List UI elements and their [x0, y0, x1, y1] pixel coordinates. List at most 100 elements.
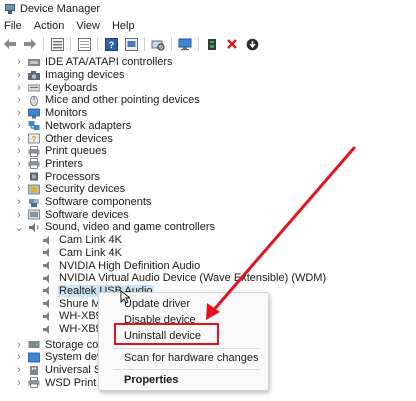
- speaker-icon: [28, 222, 40, 233]
- list-icon[interactable]: [77, 37, 91, 51]
- tree-item-label: Software components: [45, 196, 152, 209]
- speaker-icon: [42, 247, 54, 258]
- chip-icon: [28, 171, 40, 182]
- chevron-right-icon[interactable]: ›: [14, 56, 24, 68]
- tree-item-label: Imaging devices: [45, 69, 125, 82]
- chevron-right-icon[interactable]: ›: [14, 107, 24, 119]
- printer-icon: [28, 145, 40, 157]
- chevron-right-icon[interactable]: ›: [14, 145, 24, 157]
- title-bar: Device Manager: [0, 0, 416, 18]
- toolbar-separator: [198, 37, 199, 51]
- monitor-icon: [28, 108, 40, 119]
- mouse-pointer-icon: [120, 290, 130, 304]
- chevron-right-icon[interactable]: ›: [14, 158, 24, 170]
- printer-icon: [28, 158, 40, 170]
- download-arrow-icon[interactable]: [245, 37, 259, 51]
- tree-item-other-devices[interactable]: › ? Other devices: [14, 132, 114, 145]
- network-icon: [28, 120, 40, 131]
- tree-item-imaging-devices[interactable]: › Imaging devices: [14, 69, 126, 82]
- menu-view[interactable]: View: [70, 20, 106, 32]
- tree-item-label: NVIDIA Virtual Audio Device (Wave Extens…: [59, 272, 327, 285]
- tree-item-printers[interactable]: › Printers: [14, 158, 84, 171]
- chevron-right-icon[interactable]: ›: [14, 133, 24, 145]
- chevron-right-icon[interactable]: ›: [14, 209, 24, 221]
- keyboard-icon: [27, 82, 41, 93]
- menu-bar: File Action View Help: [0, 18, 416, 34]
- tree-item-label: IDE ATA/ATAPI controllers: [45, 56, 173, 69]
- svg-text:?: ?: [32, 135, 37, 144]
- chevron-right-icon[interactable]: ›: [14, 94, 24, 106]
- security-icon: [28, 184, 40, 195]
- speaker-icon: [42, 273, 54, 284]
- chevron-right-icon[interactable]: ›: [14, 120, 24, 132]
- tree-item-label: Mice and other pointing devices: [45, 94, 200, 107]
- tree-item-label: Processors: [45, 170, 101, 183]
- printer-icon: [28, 377, 40, 389]
- properties-grid-icon[interactable]: [50, 37, 64, 51]
- chevron-right-icon[interactable]: ›: [14, 196, 24, 208]
- help-icon[interactable]: ?: [104, 37, 118, 51]
- tree-child-nvidia-hd-audio[interactable]: NVIDIA High Definition Audio: [38, 259, 201, 272]
- add-driver-icon[interactable]: [205, 37, 219, 51]
- scan-hardware-menu-item[interactable]: Scan for hardware changes: [124, 351, 259, 365]
- software-device-icon: [28, 209, 40, 220]
- tree-child-cam-link-2[interactable]: Cam Link 4K: [38, 247, 123, 260]
- tree-item-ide-controllers[interactable]: › IDE ATA/ATAPI controllers: [14, 56, 174, 69]
- scan-icon[interactable]: [151, 37, 165, 51]
- tree-item-label: Cam Link 4K: [59, 234, 122, 247]
- update-driver-icon[interactable]: [124, 37, 138, 51]
- tree-item-label: NVIDIA High Definition Audio: [59, 259, 201, 272]
- speaker-icon: [42, 298, 54, 309]
- storage-icon: [28, 339, 40, 350]
- chevron-right-icon[interactable]: ›: [14, 377, 24, 389]
- tree-item-label: Cam Link 4K: [59, 246, 122, 259]
- tree-item-processors[interactable]: › Processors: [14, 170, 101, 183]
- tree-item-print-queues[interactable]: › Print queues: [14, 145, 108, 158]
- tree-item-monitors[interactable]: › Monitors: [14, 107, 88, 120]
- chevron-right-icon[interactable]: ›: [14, 69, 24, 81]
- tree-item-software-devices[interactable]: › Software devices: [14, 208, 130, 221]
- tree-item-keyboards[interactable]: › Keyboards: [14, 81, 99, 94]
- tree-item-label: Sound, video and game controllers: [45, 221, 215, 234]
- menu-file[interactable]: File: [0, 20, 28, 32]
- toolbar-separator: [97, 37, 98, 51]
- ide-controller-icon: [28, 57, 40, 68]
- menu-separator: [113, 369, 260, 370]
- speaker-icon: [42, 324, 54, 335]
- chevron-right-icon[interactable]: ›: [14, 183, 24, 195]
- toolbar-separator: [144, 37, 145, 51]
- toolbar-separator: [70, 37, 71, 51]
- chevron-right-icon[interactable]: ›: [14, 171, 24, 183]
- chevron-right-icon[interactable]: ›: [14, 351, 24, 363]
- tree-child-cam-link-1[interactable]: Cam Link 4K: [38, 234, 123, 247]
- properties-menu-item[interactable]: Properties: [124, 373, 178, 387]
- speaker-icon: [42, 235, 54, 246]
- menu-help[interactable]: Help: [106, 20, 141, 32]
- unknown-device-icon: ?: [28, 133, 40, 144]
- remove-x-icon[interactable]: [225, 37, 239, 51]
- tree-item-sound-video-game[interactable]: ⌄ Sound, video and game controllers: [14, 221, 216, 234]
- chevron-right-icon[interactable]: ›: [14, 364, 24, 376]
- mouse-icon: [28, 95, 40, 107]
- update-driver-menu-item[interactable]: Update driver: [124, 297, 190, 311]
- tree-item-label: Keyboards: [45, 81, 98, 94]
- monitor-icon[interactable]: [178, 37, 192, 51]
- usb-icon: [28, 365, 40, 376]
- tree-item-security-devices[interactable]: › Security devices: [14, 183, 126, 196]
- forward-arrow-icon[interactable]: [23, 37, 37, 51]
- svg-text:?: ?: [108, 40, 114, 50]
- toolbar-separator: [43, 37, 44, 51]
- tree-child-nvidia-virtual-audio[interactable]: NVIDIA Virtual Audio Device (Wave Extens…: [38, 272, 327, 285]
- back-arrow-icon[interactable]: [3, 37, 17, 51]
- menu-action[interactable]: Action: [28, 20, 71, 32]
- menu-separator: [113, 348, 260, 349]
- tree-item-software-components[interactable]: › Software components: [14, 196, 152, 209]
- chevron-down-icon[interactable]: ⌄: [14, 221, 24, 234]
- tree-item-mice[interactable]: › Mice and other pointing devices: [14, 94, 201, 107]
- toolbar: ?: [0, 34, 416, 54]
- chevron-right-icon[interactable]: ›: [14, 339, 24, 351]
- tree-item-label: Security devices: [45, 183, 126, 196]
- tree-item-label: Print queues: [45, 145, 107, 158]
- tree-item-network-adapters[interactable]: › Network adapters: [14, 120, 132, 133]
- chevron-right-icon[interactable]: ›: [14, 82, 24, 94]
